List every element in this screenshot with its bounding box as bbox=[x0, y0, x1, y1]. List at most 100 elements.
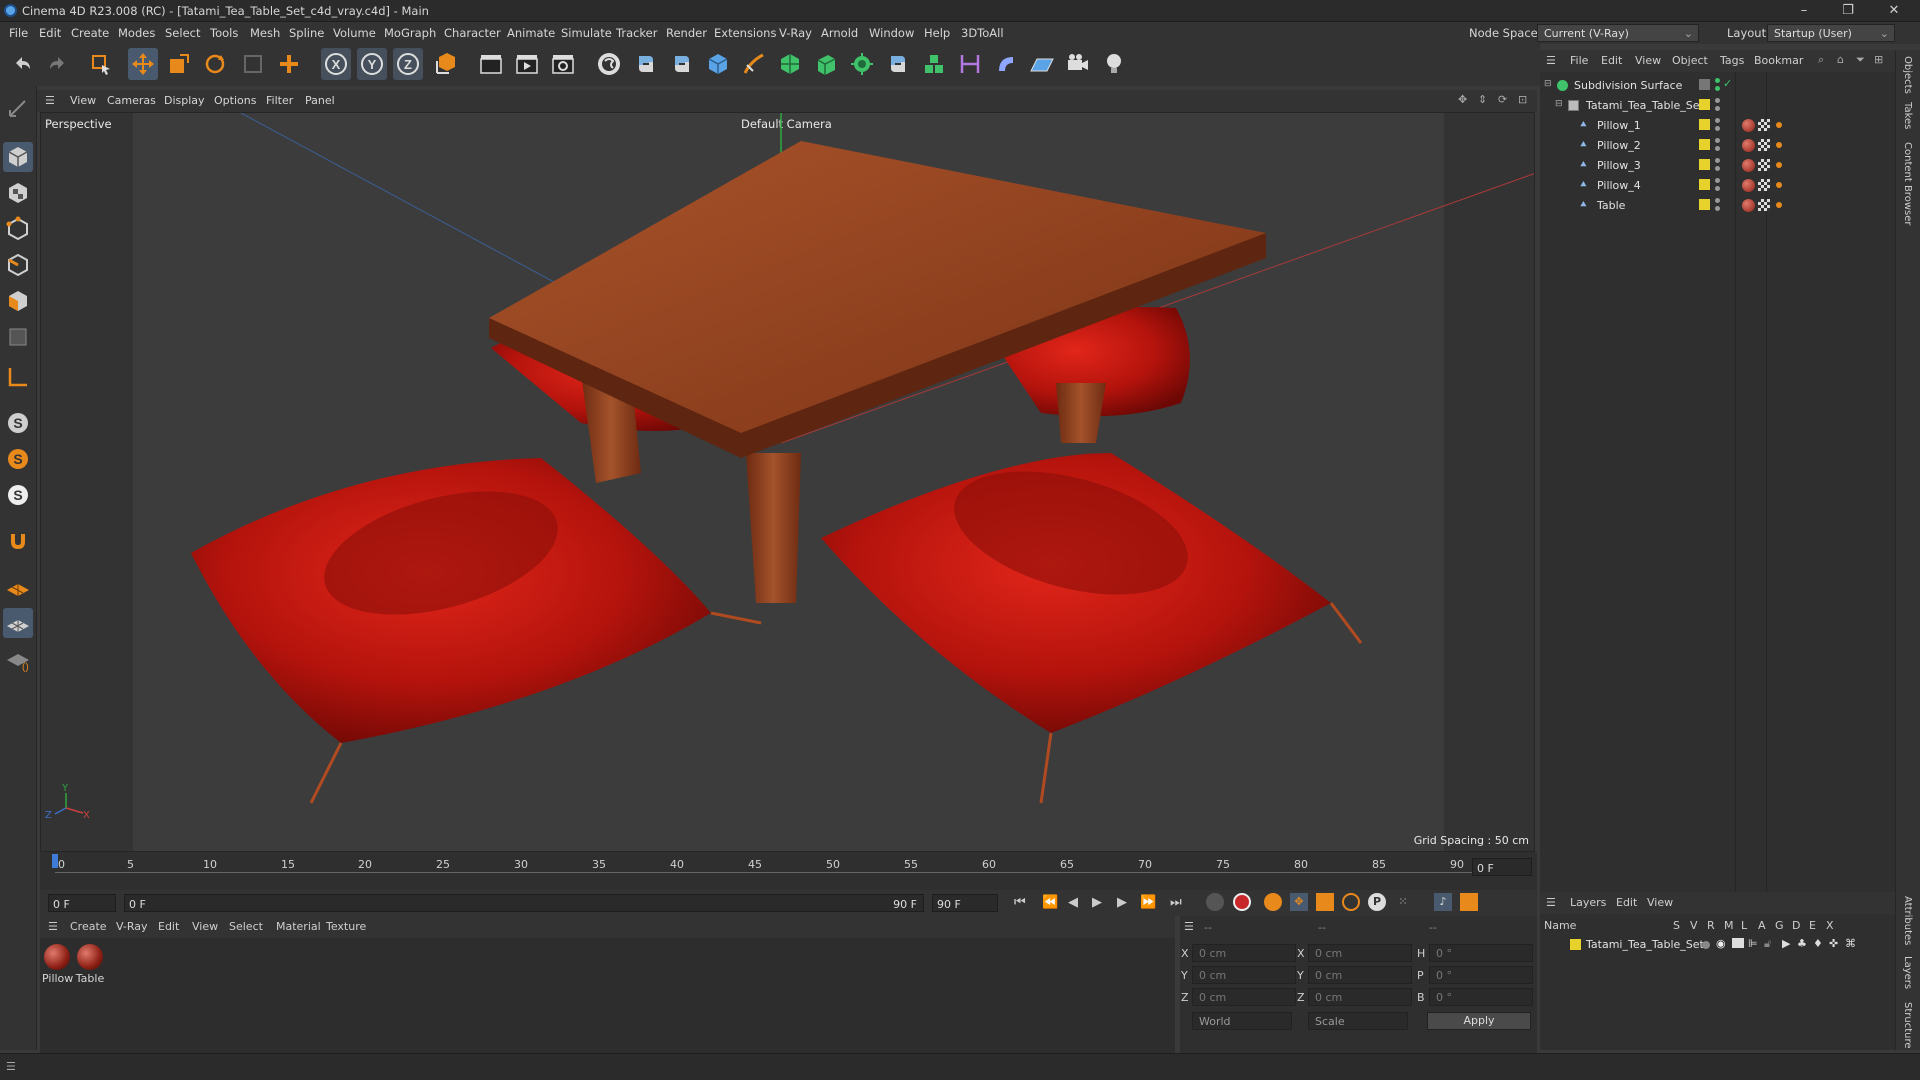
field-button[interactable] bbox=[991, 48, 1021, 80]
menu-render[interactable]: Render bbox=[666, 26, 707, 40]
viewport-menu-display[interactable]: Display bbox=[164, 94, 205, 107]
previous-frame-icon[interactable]: ◀ bbox=[1068, 895, 1078, 910]
render-picture-viewer-button[interactable] bbox=[512, 48, 542, 80]
search-icon[interactable]: ⌕ bbox=[1818, 53, 1824, 67]
menu-tools[interactable]: Tools bbox=[210, 26, 238, 40]
object-menu-file[interactable]: File bbox=[1570, 54, 1588, 67]
vray-logo-button[interactable] bbox=[594, 48, 624, 80]
layer-swatch-icon[interactable] bbox=[1699, 139, 1710, 150]
layer-swatch-icon[interactable] bbox=[1699, 199, 1710, 210]
uvw-tag-icon[interactable] bbox=[1758, 199, 1770, 211]
record-keys-icon[interactable] bbox=[1206, 893, 1224, 911]
side-tab-content-browser[interactable]: Content Browser bbox=[1902, 142, 1913, 225]
eye-icon[interactable]: ◉ bbox=[1716, 937, 1726, 950]
camera-button[interactable] bbox=[1063, 48, 1093, 80]
uvw-tag-icon[interactable] bbox=[1758, 119, 1770, 131]
render-visibility-icon[interactable] bbox=[1715, 206, 1720, 211]
vray-tag-icon[interactable] bbox=[1776, 182, 1782, 188]
recent-tool-button[interactable] bbox=[238, 48, 268, 80]
render-icon[interactable] bbox=[1732, 938, 1744, 948]
uvw-tag-icon[interactable] bbox=[1758, 159, 1770, 171]
locked-workplane-button[interactable]: () bbox=[3, 644, 33, 674]
rot-p-field[interactable]: 0 ° bbox=[1429, 966, 1533, 984]
undo-button[interactable] bbox=[8, 48, 38, 80]
viewport-pan-icon[interactable]: ✥ bbox=[1458, 93, 1467, 106]
3d-viewport[interactable]: Perspective Default Camera X Y Z Grid Sp… bbox=[40, 112, 1535, 852]
node-space-dropdown[interactable]: Current (V-Ray) ⌄ bbox=[1537, 24, 1699, 42]
object-row-tatami-tea-table-set[interactable]: ⊟ Tatami_Tea_Table_Set bbox=[1540, 96, 1895, 116]
floor-button[interactable] bbox=[1027, 48, 1057, 80]
menu-edit[interactable]: Edit bbox=[39, 26, 61, 40]
grid-button[interactable] bbox=[3, 608, 33, 638]
menu-animate[interactable]: Animate bbox=[507, 26, 555, 40]
viewport-rotate-icon[interactable]: ⟳ bbox=[1498, 93, 1507, 106]
deformer-button[interactable] bbox=[955, 48, 985, 80]
next-key-icon[interactable]: ⏩ bbox=[1140, 895, 1156, 910]
layer-swatch-icon[interactable] bbox=[1699, 179, 1710, 190]
maximize-button[interactable]: ❐ bbox=[1826, 1, 1870, 21]
layer-menu-edit[interactable]: Edit bbox=[1616, 896, 1637, 909]
coordinate-system-button[interactable] bbox=[431, 48, 461, 80]
apply-button[interactable]: Apply bbox=[1427, 1012, 1531, 1030]
object-menu-object[interactable]: Object bbox=[1672, 54, 1708, 67]
render-visibility-icon[interactable] bbox=[1715, 86, 1720, 91]
hamburger-icon[interactable]: ☰ bbox=[1546, 896, 1556, 909]
minimize-button[interactable]: – bbox=[1782, 1, 1826, 21]
uv-mode-button[interactable] bbox=[3, 322, 33, 352]
layout-dropdown[interactable]: Startup (User) ⌄ bbox=[1767, 24, 1895, 42]
material-tag-icon[interactable] bbox=[1742, 119, 1755, 132]
enabled-checkmark-icon[interactable]: ✓ bbox=[1723, 77, 1732, 90]
menu-volume[interactable]: Volume bbox=[333, 26, 376, 40]
points-mode-button[interactable] bbox=[3, 214, 33, 244]
vray-tag-icon[interactable] bbox=[1776, 202, 1782, 208]
python-script-button-1[interactable] bbox=[631, 48, 661, 80]
editor-visibility-icon[interactable] bbox=[1715, 198, 1720, 203]
material-swatch-table[interactable]: Table bbox=[75, 944, 105, 985]
animation-icon[interactable]: ▶ bbox=[1782, 937, 1790, 950]
next-frame-icon[interactable]: ▶ bbox=[1117, 895, 1127, 910]
snap-button-2[interactable]: S bbox=[3, 444, 33, 474]
cloner-button[interactable] bbox=[847, 48, 877, 80]
render-visibility-icon[interactable] bbox=[1715, 126, 1720, 131]
x-axis-lock-button[interactable]: X bbox=[321, 48, 351, 80]
live-selection-button[interactable] bbox=[86, 48, 116, 80]
editor-visibility-icon[interactable] bbox=[1715, 178, 1720, 183]
side-tab-takes[interactable]: Takes bbox=[1902, 102, 1913, 129]
layer-solo-icon[interactable] bbox=[1702, 941, 1710, 949]
python-generator-button[interactable] bbox=[883, 48, 913, 80]
z-axis-lock-button[interactable]: Z bbox=[393, 48, 423, 80]
manager-icon[interactable]: ⊫ bbox=[1748, 937, 1758, 950]
keyframe-selection-icon[interactable] bbox=[1264, 893, 1282, 911]
material-tag-icon[interactable] bbox=[1742, 199, 1755, 212]
menu-mograph[interactable]: MoGraph bbox=[384, 26, 436, 40]
axis-mode-button[interactable] bbox=[3, 362, 33, 392]
key-parameter-icon[interactable]: P bbox=[1368, 893, 1386, 911]
new-window-icon[interactable]: ⊞ bbox=[1874, 53, 1883, 66]
extrude-button[interactable] bbox=[811, 48, 841, 80]
layer-swatch-icon[interactable] bbox=[1699, 99, 1710, 110]
render-view-button[interactable] bbox=[476, 48, 506, 80]
object-row-table[interactable]: ⯅ Table bbox=[1540, 196, 1895, 216]
hamburger-icon[interactable]: ☰ bbox=[1546, 54, 1556, 67]
layer-row[interactable]: Tatami_Tea_Table_Set ◉ ⊫ 🔓︎ ▶ ♣ ♦ ✜ ⌘ bbox=[1540, 935, 1895, 955]
layer-swatch-icon[interactable] bbox=[1699, 159, 1710, 170]
render-settings-button[interactable] bbox=[548, 48, 578, 80]
scale-tool-button[interactable] bbox=[164, 48, 194, 80]
viewport-zoom-icon[interactable]: ⇕ bbox=[1478, 93, 1487, 106]
menu-file[interactable]: File bbox=[9, 26, 28, 40]
size-z-field[interactable]: 0 cm bbox=[1308, 988, 1412, 1006]
viewport-menu-view[interactable]: View bbox=[70, 94, 96, 107]
render-visibility-icon[interactable] bbox=[1715, 106, 1720, 111]
vray-tag-icon[interactable] bbox=[1776, 122, 1782, 128]
viewport-menu-cameras[interactable]: Cameras bbox=[107, 94, 156, 107]
layer-color-swatch-icon[interactable] bbox=[1570, 939, 1581, 950]
viewport-menu-panel[interactable]: Panel bbox=[305, 94, 335, 107]
menu-vray[interactable]: V-Ray bbox=[779, 26, 812, 40]
vray-tag-icon[interactable] bbox=[1776, 162, 1782, 168]
vray-tag-icon[interactable] bbox=[1776, 142, 1782, 148]
coordinate-mode-dropdown[interactable]: Scale bbox=[1308, 1012, 1408, 1030]
go-to-start-icon[interactable]: ⏮ bbox=[1014, 895, 1026, 910]
viewport-toggle-icon[interactable]: ⊡ bbox=[1518, 93, 1527, 106]
layer-menu-layers[interactable]: Layers bbox=[1570, 896, 1606, 909]
key-rotation-icon[interactable] bbox=[1342, 893, 1360, 911]
